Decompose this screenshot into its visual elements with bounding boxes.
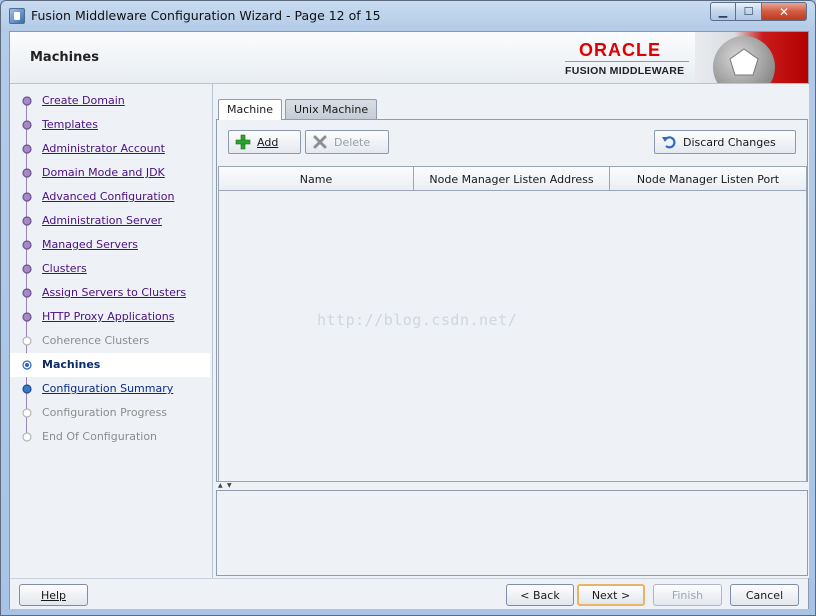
nav-step-create-domain[interactable]: Create Domain: [10, 89, 210, 113]
header-banner-graphic: [695, 32, 808, 83]
wizard-header: Machines ORACLE FUSION MIDDLEWARE: [10, 32, 808, 84]
nav-step-label: HTTP Proxy Applications: [42, 310, 175, 323]
step-bullet-icon: [22, 384, 32, 394]
maximize-button[interactable]: ☐: [736, 2, 762, 21]
close-button[interactable]: ✕: [762, 2, 807, 21]
step-bullet-icon: [22, 120, 32, 130]
fusion-middleware-text: FUSION MIDDLEWARE: [565, 65, 685, 77]
splitter-up-icon: ▲: [218, 482, 223, 489]
finish-button-label: Finish: [671, 588, 704, 602]
machine-tab-panel: Add Delete Discard Changes Name Node Man…: [216, 119, 808, 482]
add-button[interactable]: Add: [228, 130, 301, 154]
next-button[interactable]: Next >: [577, 584, 645, 606]
nav-step-label: Administrator Account: [42, 142, 165, 155]
nav-step-label: Managed Servers: [42, 238, 138, 251]
next-button-label: Next >: [591, 588, 631, 602]
nav-step-label: Assign Servers to Clusters: [42, 286, 187, 299]
window-controls: ▁ ☐ ✕: [710, 2, 807, 21]
nav-step-label: Templates: [42, 118, 98, 131]
pentagon-badge-icon: [713, 36, 775, 83]
nav-step-domain-mode-and-jdk[interactable]: Domain Mode and JDK: [10, 161, 210, 185]
add-button-label: Add: [257, 135, 279, 149]
window-title: Fusion Middleware Configuration Wizard -…: [31, 8, 381, 23]
step-bullet-icon: [22, 168, 32, 178]
step-bullet-icon: [22, 312, 32, 322]
nav-step-label: Coherence Clusters: [42, 334, 150, 347]
nav-step-administrator-account[interactable]: Administrator Account: [10, 137, 210, 161]
step-bullet-icon: [22, 288, 32, 298]
plus-icon: [235, 134, 251, 150]
step-bullet-icon: [22, 408, 32, 418]
maximize-icon: ☐: [743, 5, 754, 18]
column-header-listen-address[interactable]: Node Manager Listen Address: [414, 167, 610, 191]
watermark-text: http://blog.csdn.net/: [317, 311, 518, 329]
nav-step-label: End Of Configuration: [42, 430, 158, 443]
nav-step-assign-servers-to-clusters[interactable]: Assign Servers to Clusters: [10, 281, 210, 305]
step-bullet-icon: [22, 360, 32, 370]
delete-button-label: Delete: [334, 135, 371, 149]
back-button[interactable]: < Back: [506, 584, 574, 606]
nav-step-managed-servers[interactable]: Managed Servers: [10, 233, 210, 257]
close-icon: ✕: [778, 4, 790, 19]
logo-divider: [565, 61, 689, 62]
nav-step-label: Administration Server: [42, 214, 163, 227]
column-header-listen-port[interactable]: Node Manager Listen Port: [610, 167, 806, 191]
oracle-logo-text: ORACLE: [579, 40, 661, 60]
tab-machine[interactable]: Machine: [218, 99, 283, 120]
x-delete-icon: [312, 134, 328, 150]
wizard-footer: Help < Back Next > Finish Cancel: [10, 578, 808, 609]
step-bullet-icon: [22, 216, 32, 226]
nav-step-configuration-progress: Configuration Progress: [10, 401, 210, 425]
machines-table[interactable]: Name Node Manager Listen Address Node Ma…: [218, 166, 807, 482]
delete-button[interactable]: Delete: [305, 130, 389, 154]
table-header: Name Node Manager Listen Address Node Ma…: [219, 167, 806, 191]
finish-button[interactable]: Finish: [653, 584, 722, 606]
splitter-down-icon: ▼: [227, 482, 232, 489]
undo-icon: [661, 134, 677, 150]
nav-step-end-of-configuration: End Of Configuration: [10, 425, 210, 449]
wizard-client-area: Machines ORACLE FUSION MIDDLEWARE Create…: [9, 31, 809, 609]
tab-unix-machine[interactable]: Unix Machine: [285, 99, 378, 119]
minimize-button[interactable]: ▁: [710, 2, 736, 21]
nav-step-label: Configuration Summary: [42, 382, 174, 395]
nav-step-administration-server[interactable]: Administration Server: [10, 209, 210, 233]
nav-step-label: Configuration Progress: [42, 406, 168, 419]
help-button[interactable]: Help: [19, 584, 88, 606]
application-window: Fusion Middleware Configuration Wizard -…: [0, 0, 816, 616]
cancel-button[interactable]: Cancel: [730, 584, 799, 606]
step-bullet-icon: [22, 264, 32, 274]
nav-step-configuration-summary[interactable]: Configuration Summary: [10, 377, 210, 401]
wizard-steps-nav: Create Domain Templates Administrator Acco…: [10, 85, 210, 578]
title-bar[interactable]: Fusion Middleware Configuration Wizard -…: [1, 1, 815, 31]
nav-step-label: Create Domain: [42, 94, 125, 107]
discard-changes-button[interactable]: Discard Changes: [654, 130, 796, 154]
step-bullet-icon: [22, 240, 32, 250]
app-icon: [9, 8, 25, 24]
main-panel: Machine Unix Machine Add Delete Discard …: [212, 84, 809, 578]
nav-step-advanced-configuration[interactable]: Advanced Configuration: [10, 185, 210, 209]
message-pane: [216, 490, 808, 576]
nav-step-label: Domain Mode and JDK: [42, 166, 165, 179]
column-header-name[interactable]: Name: [219, 167, 414, 191]
step-bullet-icon: [22, 192, 32, 202]
step-bullet-icon: [22, 432, 32, 442]
nav-step-label: Machines: [42, 358, 101, 371]
nav-step-machines: Machines: [10, 353, 210, 377]
nav-step-label: Advanced Configuration: [42, 190, 175, 203]
minimize-icon: ▁: [718, 5, 728, 18]
nav-step-http-proxy-applications[interactable]: HTTP Proxy Applications: [10, 305, 210, 329]
nav-step-coherence-clusters: Coherence Clusters: [10, 329, 210, 353]
nav-step-clusters[interactable]: Clusters: [10, 257, 210, 281]
step-bullet-icon: [22, 336, 32, 346]
back-button-label: < Back: [520, 588, 560, 602]
step-bullet-icon: [22, 96, 32, 106]
discard-changes-label: Discard Changes: [683, 135, 776, 149]
cancel-button-label: Cancel: [745, 588, 784, 602]
step-bullet-icon: [22, 144, 32, 154]
oracle-logo: ORACLE FUSION MIDDLEWARE: [563, 34, 693, 82]
nav-step-templates[interactable]: Templates: [10, 113, 210, 137]
help-button-label: Help: [40, 588, 67, 602]
page-title: Machines: [30, 50, 99, 65]
nav-step-label: Clusters: [42, 262, 87, 275]
